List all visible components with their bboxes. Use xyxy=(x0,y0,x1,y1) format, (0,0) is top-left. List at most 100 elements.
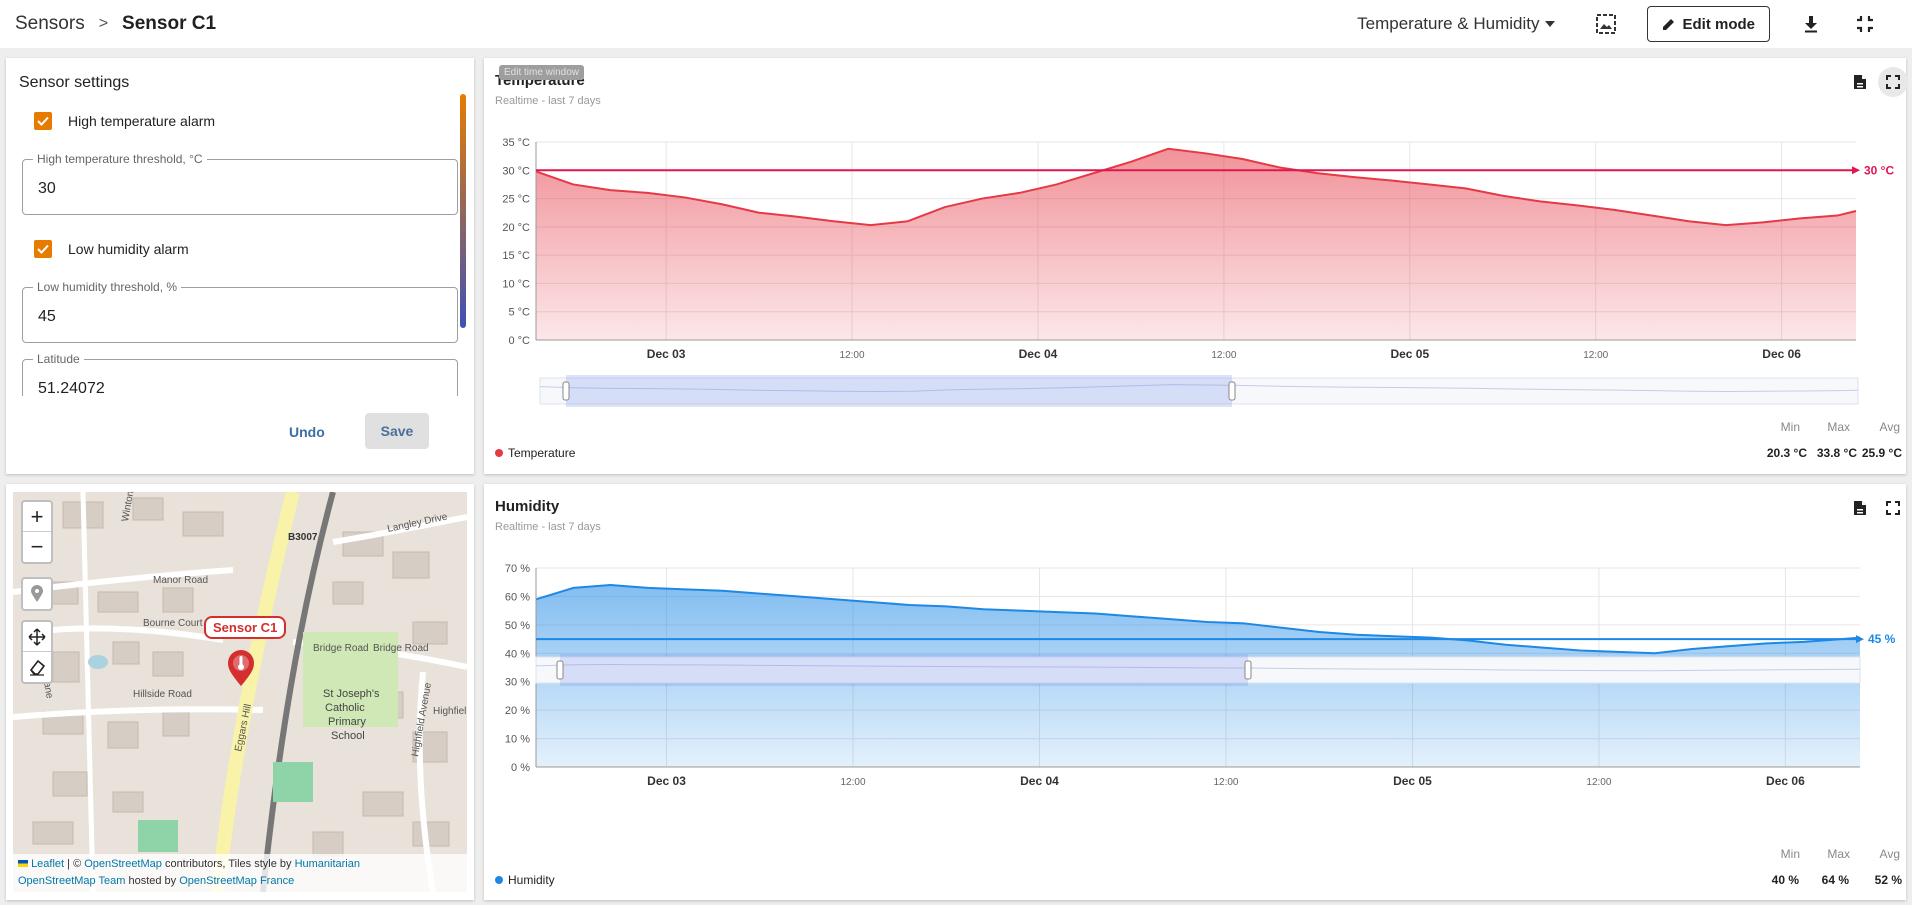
stat-header-avg: Avg xyxy=(1879,420,1900,434)
stat-header-min: Min xyxy=(1780,420,1800,434)
road-label-bourne: Bourne Court xyxy=(143,618,203,629)
dashboard-select-label: Temperature & Humidity xyxy=(1357,14,1540,33)
y-tick-label: 0 % xyxy=(511,762,530,774)
latitude-field[interactable]: Latitude 51.24072 xyxy=(22,352,458,396)
marker-control xyxy=(21,577,53,611)
edit-mode-button[interactable]: Edit mode xyxy=(1647,6,1770,42)
zoom-control: + − xyxy=(21,500,53,564)
scroll-clip: Latitude 51.24072 xyxy=(6,350,474,396)
stat-header-min: Min xyxy=(1780,847,1800,861)
low-hum-threshold-field[interactable]: Low humidity threshold, % 45 xyxy=(22,280,458,343)
pencil-icon xyxy=(1663,19,1675,30)
temperature-card: Temperature Edit time window Realtime - … xyxy=(484,58,1908,474)
stat-value-min: 40 % xyxy=(1771,873,1799,887)
low-hum-threshold-value: 45 xyxy=(38,308,56,325)
breadcrumb-current: Sensor C1 xyxy=(122,13,217,34)
y-tick-label: 15 °C xyxy=(502,250,530,262)
sensor-settings-panel: Sensor settings High temperature alarm H… xyxy=(6,58,474,474)
threshold-label: 45 % xyxy=(1868,632,1896,646)
low-hum-alarm-row[interactable]: Low humidity alarm xyxy=(34,240,189,258)
eraser-icon xyxy=(29,659,46,676)
dashboard-select[interactable]: Temperature & Humidity xyxy=(1357,14,1556,34)
exit-fullscreen-button[interactable] xyxy=(1848,7,1882,41)
y-tick-label: 0 °C xyxy=(508,335,530,347)
high-temp-threshold-label: High temperature threshold, °C xyxy=(33,152,207,166)
temperature-legend-label: Temperature xyxy=(508,446,576,460)
attr-hosted: hosted by xyxy=(125,875,180,887)
temperature-stats: Min Max Avg 20.3 °C 33.8 °C 25.9 °C xyxy=(1746,420,1906,460)
osm-team-link[interactable]: OpenStreetMap Team xyxy=(18,875,125,887)
humanitarian-link[interactable]: Humanitarian xyxy=(295,858,360,870)
osm-link[interactable]: OpenStreetMap xyxy=(84,858,162,870)
navigator-handle xyxy=(1228,381,1236,401)
latitude-label: Latitude xyxy=(33,352,84,366)
stat-value-avg: 25.9 °C xyxy=(1861,446,1902,460)
road-label-manor: Manor Road xyxy=(153,575,208,586)
y-tick-label: 30 °C xyxy=(502,165,530,177)
low-hum-threshold-label: Low humidity threshold, % xyxy=(33,280,182,294)
low-hum-alarm-checkbox[interactable] xyxy=(34,240,52,258)
breadcrumb-separator: > xyxy=(98,15,109,32)
x-tick-label: 12:00 xyxy=(840,350,865,361)
sensor-marker-label[interactable]: Sensor C1 xyxy=(204,616,287,639)
humidity-chart[interactable]: 0 % 10 % 20 % 30 % 40 % 50 % 60 % 70 % Dec 03 12:… xyxy=(484,484,1906,900)
y-tick-label: 5 °C xyxy=(508,307,530,319)
high-temp-threshold-field[interactable]: High temperature threshold, °C 30 xyxy=(22,152,458,215)
high-temp-alarm-row[interactable]: High temperature alarm xyxy=(34,112,215,130)
erase-button[interactable] xyxy=(23,652,51,682)
edit-mode-label: Edit mode xyxy=(1682,15,1755,33)
navigator-handle xyxy=(1244,660,1252,680)
sensor-marker-icon[interactable] xyxy=(226,649,256,687)
road-label-bridge2: Bridge Road xyxy=(373,643,429,654)
save-button[interactable]: Save xyxy=(365,413,429,449)
temperature-legend[interactable]: Temperature xyxy=(495,446,575,460)
zoom-out-button[interactable]: − xyxy=(23,532,51,562)
road-label-langley: Langley Drive xyxy=(386,511,449,535)
temperature-chart[interactable]: 0 °C 5 °C 10 °C 15 °C 20 °C 25 °C 30 °C 35 °C De… xyxy=(484,58,1906,474)
high-temp-threshold-value: 30 xyxy=(38,180,56,197)
x-tick-label: Dec 05 xyxy=(1390,347,1429,361)
road-label-hillside: Hillside Road xyxy=(133,689,192,700)
poi-label-2: Catholic xyxy=(325,702,365,714)
y-tick-label: 30 % xyxy=(505,677,530,689)
checkmark-icon xyxy=(37,116,49,126)
settings-scrollbar[interactable] xyxy=(460,94,466,328)
image-layout-button[interactable] xyxy=(1589,7,1623,41)
x-tick-label: 12:00 xyxy=(1586,777,1611,788)
stat-value-avg: 52 % xyxy=(1874,873,1902,887)
stat-header-max: Max xyxy=(1827,420,1850,434)
high-temp-alarm-label: High temperature alarm xyxy=(68,113,216,129)
humidity-legend-dot xyxy=(495,876,503,884)
osm-france-link[interactable]: OpenStreetMap France xyxy=(179,875,294,887)
y-tick-label: 60 % xyxy=(505,591,530,603)
breadcrumb-root[interactable]: Sensors xyxy=(15,13,85,35)
latitude-value: 51.24072 xyxy=(38,380,105,396)
x-tick-label: Dec 03 xyxy=(647,774,686,788)
leaflet-link[interactable]: Leaflet xyxy=(31,858,64,870)
high-temp-alarm-checkbox[interactable] xyxy=(34,112,52,130)
x-tick-label: Dec 04 xyxy=(1019,347,1058,361)
checkmark-icon xyxy=(37,244,49,254)
top-bar: Sensors > Sensor C1 Temperature & Humidi… xyxy=(0,0,1912,48)
y-tick-label: 10 % xyxy=(505,734,530,746)
threshold-arrow xyxy=(1852,166,1860,175)
humidity-legend[interactable]: Humidity xyxy=(495,873,555,887)
poi-label-1: St Joseph's xyxy=(323,688,380,700)
map-canvas[interactable]: B3007 Manor Road Bourne Court Bridge Roa… xyxy=(13,492,467,892)
y-tick-label: 70 % xyxy=(505,563,530,575)
zoom-in-button[interactable]: + xyxy=(23,502,51,532)
download-button[interactable] xyxy=(1794,7,1828,41)
humidity-card: Humidity Realtime - last 7 days 0 % 10 % 2… xyxy=(484,484,1906,900)
map-pin-icon xyxy=(31,585,43,602)
undo-button[interactable]: Undo xyxy=(289,424,325,440)
navigator-handle xyxy=(562,381,570,401)
y-tick-label: 35 °C xyxy=(502,137,530,149)
navigator-selection xyxy=(560,654,1248,686)
move-button[interactable] xyxy=(23,622,51,652)
place-marker-button[interactable] xyxy=(23,579,51,609)
y-tick-label: 40 % xyxy=(505,648,530,660)
x-tick-label: 12:00 xyxy=(1213,777,1238,788)
y-tick-label: 50 % xyxy=(505,620,530,632)
series-area xyxy=(536,148,1856,340)
attr-text: contributors, Tiles style by xyxy=(161,858,295,870)
